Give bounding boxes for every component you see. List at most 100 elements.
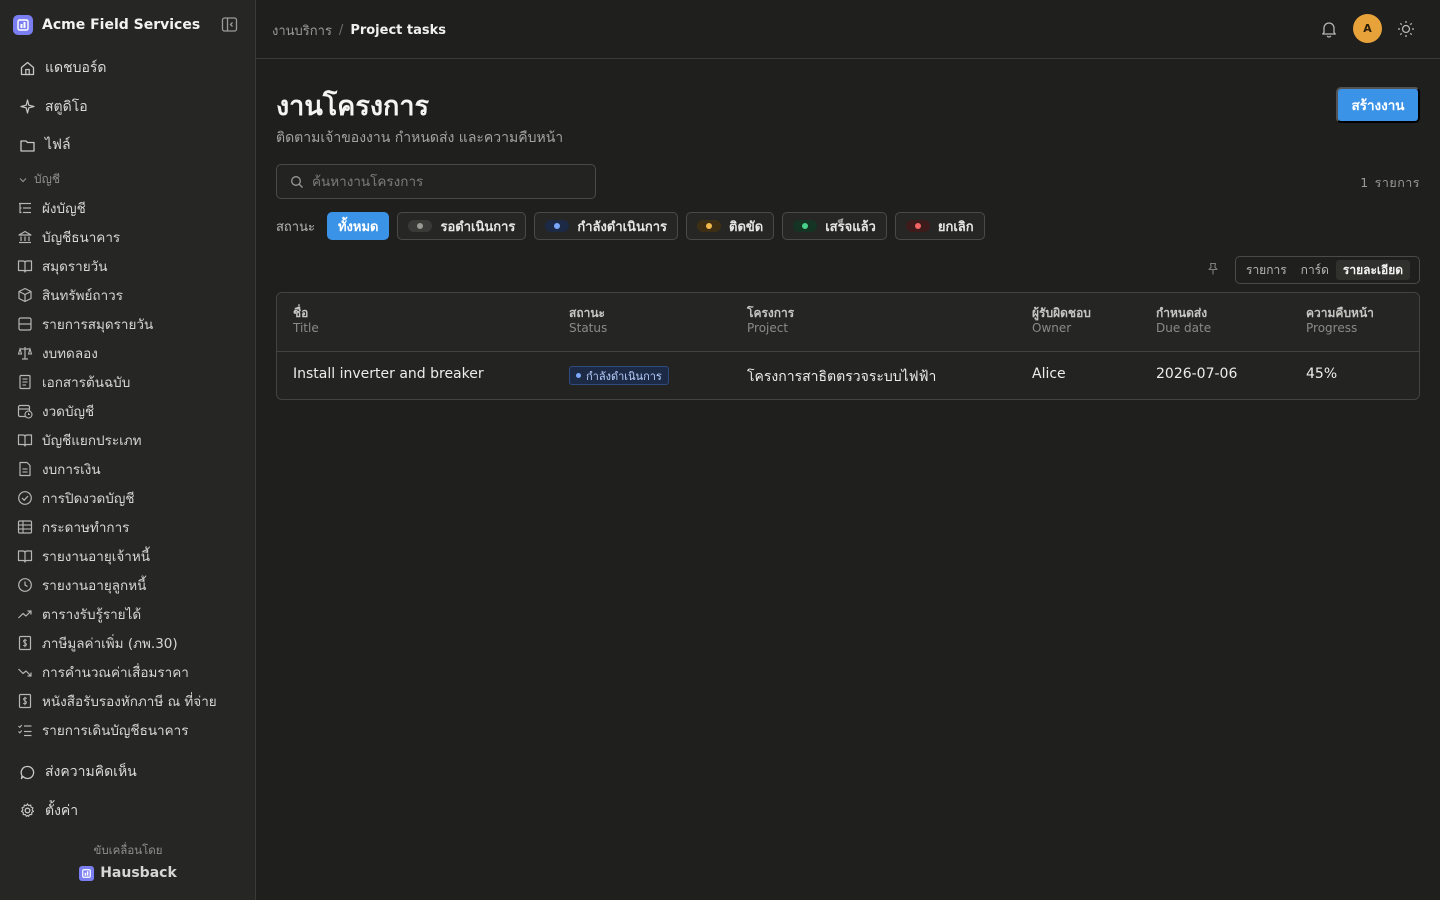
column-header-project[interactable]: โครงการ Project	[747, 304, 794, 335]
trending-up-icon	[18, 609, 32, 618]
sidebar-item-periods[interactable]: งวดบัญชี	[0, 396, 256, 425]
sidebar-item-studio[interactable]: สตูดิโอ	[0, 88, 256, 127]
sidebar-item-period-close[interactable]: การปิดงวดบัญชี	[0, 483, 256, 512]
sidebar-item-depreciation[interactable]: การคำนวณค่าเสื่อมราคา	[0, 657, 256, 686]
sidebar-item-journal-entries[interactable]: รายการสมุดรายวัน	[0, 309, 256, 338]
cell-project: โครงการสาธิตตรวจระบบไฟฟ้า	[747, 369, 937, 385]
sidebar-item-label: งวดบัญชี	[42, 403, 95, 420]
folder-icon	[20, 140, 35, 152]
create-task-button[interactable]: สร้างงาน	[1336, 87, 1420, 123]
scale-icon	[17, 346, 33, 360]
file-text-icon	[19, 461, 31, 476]
breadcrumb-parent[interactable]: งานบริการ	[272, 20, 332, 41]
sidebar-item-financial-statements[interactable]: งบการเงิน	[0, 454, 256, 483]
sidebar-top-nav: แดชบอร์ด สตูดิโอ ไฟล์	[0, 49, 256, 165]
sidebar-item-settings[interactable]: ตั้งค่า	[0, 792, 256, 831]
status-dot-icon	[576, 373, 581, 378]
sidebar-item-ap-aging[interactable]: รายงานอายุเจ้าหนี้	[0, 541, 256, 570]
table-header: ชื่อ Title สถานะ Status โครงการ Project …	[277, 293, 1419, 352]
sidebar-item-chart-of-accounts[interactable]: ผังบัญชี	[0, 193, 256, 222]
filter-chip-pending[interactable]: รอดำเนินการ	[397, 212, 527, 240]
sidebar-item-journal[interactable]: สมุดรายวัน	[0, 251, 256, 280]
avatar[interactable]: A	[1353, 14, 1382, 43]
sidebar-item-label: บัญชีแยกประเภท	[42, 432, 142, 449]
powered-by-brand[interactable]: Hausback	[0, 865, 256, 881]
sidebar-item-label: รายการเดินบัญชีธนาคาร	[42, 722, 189, 739]
view-option-detail[interactable]: รายละเอียด	[1335, 260, 1411, 280]
column-header-due-date[interactable]: กำหนดส่ง Due date	[1156, 304, 1211, 335]
sidebar-item-label: ไฟล์	[45, 137, 71, 154]
result-count-unit: รายการ	[1374, 175, 1420, 190]
sidebar-item-label: สตูดิโอ	[45, 98, 88, 115]
filter-chip-done[interactable]: เสร็จแล้ว	[782, 212, 887, 240]
sidebar-collapse-icon[interactable]	[221, 16, 238, 33]
sidebar-item-trial-balance[interactable]: งบทดลอง	[0, 338, 256, 367]
table-row[interactable]: Install inverter and breaker โครงการสาธิ…	[277, 352, 1419, 399]
brand-logo-icon	[13, 15, 33, 35]
page-subtitle: ติดตามเจ้าของงาน กำหนดส่ง และความคืบหน้า	[276, 130, 564, 146]
topbar: งานบริการ / Project tasks A	[256, 0, 1440, 59]
sidebar-group-accounting[interactable]: บัญชี	[18, 171, 60, 188]
sidebar-item-label: ตารางรับรู้รายได้	[42, 606, 142, 623]
column-header-status[interactable]: สถานะ Status	[569, 304, 607, 335]
column-header-en: Status	[569, 321, 608, 335]
sidebar-item-ar-aging[interactable]: รายงานอายุลูกหนี้	[0, 570, 256, 599]
column-header-title[interactable]: ชื่อ Title	[293, 304, 319, 335]
filter-chip-label: ยกเลิก	[937, 219, 974, 235]
status-dot-icon	[793, 220, 818, 232]
trending-down-icon	[18, 668, 32, 677]
pin-icon[interactable]	[1206, 262, 1220, 276]
column-header-en: Progress	[1306, 321, 1358, 335]
sparkle-icon	[20, 99, 35, 114]
sidebar-item-files[interactable]: ไฟล์	[0, 126, 256, 165]
sidebar-item-revenue-schedule[interactable]: ตารางรับรู้รายได้	[0, 599, 256, 628]
filter-chip-label: กำลังดำเนินการ	[577, 219, 667, 235]
sidebar-item-label: รายงานอายุลูกหนี้	[42, 577, 147, 594]
search-input[interactable]	[312, 173, 582, 190]
brand[interactable]: Acme Field Services	[13, 14, 200, 36]
column-header-en: Owner	[1032, 321, 1072, 335]
column-header-owner[interactable]: ผู้รับผิดชอบ Owner	[1032, 304, 1091, 335]
filter-chip-label: ติดขัด	[729, 219, 764, 235]
sidebar-item-vat[interactable]: ภาษีมูลค่าเพิ่ม (ภพ.30)	[0, 628, 256, 657]
filter-chip-blocked[interactable]: ติดขัด	[686, 212, 775, 240]
view-toggle: รายการ การ์ด รายละเอียด	[1235, 256, 1420, 284]
cell-title: Install inverter and breaker	[293, 366, 484, 382]
sidebar-item-source-docs[interactable]: เอกสารต้นฉบับ	[0, 367, 256, 396]
view-option-cards[interactable]: การ์ด	[1294, 260, 1336, 280]
result-count-number: 1	[1360, 175, 1369, 190]
sidebar-item-feedback[interactable]: ส่งความคิดเห็น	[0, 753, 256, 792]
column-header-th: กำหนดส่ง	[1156, 306, 1208, 320]
sidebar-item-fixed-assets[interactable]: สินทรัพย์ถาวร	[0, 280, 256, 309]
page-title: งานโครงการ	[276, 91, 430, 122]
view-option-list[interactable]: รายการ	[1239, 260, 1294, 280]
status-dot-icon	[408, 220, 433, 232]
hausback-logo-icon	[79, 865, 95, 881]
column-header-progress[interactable]: ความคืบหน้า Progress	[1306, 304, 1374, 335]
sidebar-item-label: หนังสือรับรองหักภาษี ณ ที่จ่าย	[42, 693, 217, 710]
check-circle-icon	[18, 490, 32, 505]
status-filter-bar: สถานะ ทั้งหมด รอดำเนินการ กำลังดำเนินการ…	[276, 212, 993, 240]
bell-icon[interactable]	[1319, 19, 1339, 39]
sidebar-item-label: ตั้งค่า	[45, 802, 79, 819]
sun-icon[interactable]	[1396, 19, 1416, 39]
receipt-dollar-icon	[18, 635, 32, 650]
sidebar-item-bank-transactions[interactable]: รายการเดินบัญชีธนาคาร	[0, 715, 256, 744]
sidebar-item-bank-accounts[interactable]: บัญชีธนาคาร	[0, 222, 256, 251]
sidebar-item-ledger[interactable]: บัญชีแยกประเภท	[0, 425, 256, 454]
filter-chip-cancelled[interactable]: ยกเลิก	[894, 212, 985, 240]
cell-due-date: 2026-07-06	[1156, 366, 1238, 382]
cell-progress: 45%	[1306, 366, 1338, 382]
message-circle-icon	[20, 765, 35, 779]
document-icon	[19, 374, 31, 389]
home-icon	[20, 61, 35, 75]
book-open-icon	[17, 433, 33, 447]
filter-chip-all[interactable]: ทั้งหมด	[326, 212, 390, 240]
filter-chip-in-progress[interactable]: กำลังดำเนินการ	[534, 212, 678, 240]
sidebar-item-worksheets[interactable]: กระดาษทำการ	[0, 512, 256, 541]
sidebar-item-label: ส่งความคิดเห็น	[45, 764, 137, 781]
sidebar-item-wht-certificate[interactable]: หนังสือรับรองหักภาษี ณ ที่จ่าย	[0, 686, 256, 715]
filter-chip-label: เสร็จแล้ว	[825, 219, 876, 235]
sidebar-item-dashboard[interactable]: แดชบอร์ด	[0, 49, 256, 88]
sidebar-item-label: แดชบอร์ด	[45, 60, 107, 77]
